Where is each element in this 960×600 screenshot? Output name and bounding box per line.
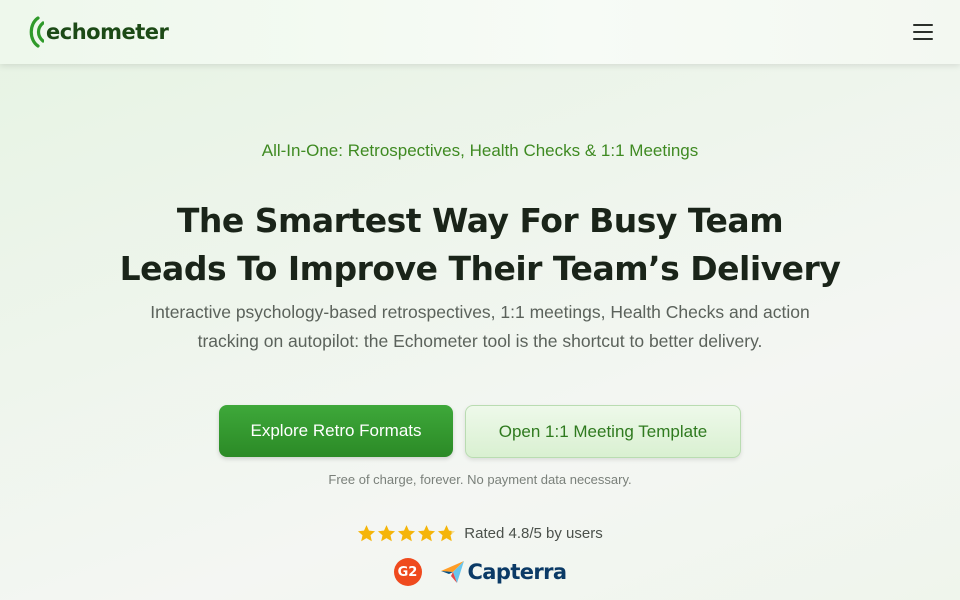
free-note: Free of charge, forever. No payment data… <box>328 472 632 487</box>
echometer-logo[interactable]: echometer <box>26 12 169 52</box>
open-meeting-template-button[interactable]: Open 1:1 Meeting Template <box>465 405 741 458</box>
hero-buttons: Explore Retro Formats Open 1:1 Meeting T… <box>0 405 960 458</box>
explore-retro-formats-button[interactable]: Explore Retro Formats <box>219 405 453 457</box>
rating-text: Rated 4.8/5 by users <box>464 525 603 542</box>
star-rating <box>357 524 456 543</box>
hero-tagline: All-In-One: Retrospectives, Health Check… <box>261 141 699 160</box>
capterra-logo-icon <box>440 561 464 583</box>
review-badges: G2 Capterra <box>0 558 960 586</box>
star-icon <box>358 525 376 542</box>
star-icon <box>418 525 436 542</box>
site-header: echometer <box>0 0 960 64</box>
g2-logo-icon[interactable]: G2 <box>393 558 422 586</box>
hero-subtext: Interactive psychology-based retrospecti… <box>150 302 810 351</box>
logo-text: echometer <box>46 20 169 44</box>
headline-line-2: Leads To Improve Their Team’s Delivery <box>119 249 841 288</box>
hero-section: All-In-One: Retrospectives, Health Check… <box>0 64 960 600</box>
star-icon <box>398 525 416 542</box>
star-icon <box>378 525 396 542</box>
g2-label: G2 <box>397 564 418 580</box>
star-icon <box>438 525 456 542</box>
capterra-label: Capterra <box>467 560 568 584</box>
hamburger-icon[interactable] <box>913 24 933 40</box>
headline-line-1: The Smartest Way For Busy Team <box>176 201 784 240</box>
capterra-logo[interactable]: Capterra <box>440 559 567 585</box>
user-rating: Rated 4.8/5 by users <box>0 524 960 543</box>
echometer-logo-icon <box>29 16 44 48</box>
hero-headline: The Smartest Way For Busy Team Leads To … <box>0 197 960 293</box>
